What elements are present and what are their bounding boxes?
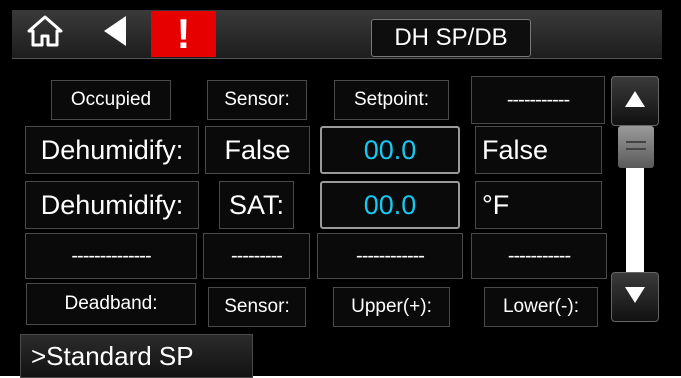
label-lower: Lower(-): (484, 287, 598, 327)
alarm-button[interactable]: ! (151, 10, 216, 57)
label-deadband: Deadband: (26, 283, 196, 325)
label-upper: Upper(+): (333, 287, 450, 327)
label-occupied: Occupied (51, 80, 171, 120)
standard-sp-button[interactable]: >Standard SP (20, 334, 253, 378)
triangle-down-icon (623, 285, 647, 310)
home-button[interactable] (22, 13, 68, 53)
page-title: DH SP/DB (371, 19, 531, 57)
alarm-icon: ! (176, 10, 191, 57)
label-deadband-sensor: Sensor: (208, 287, 306, 327)
triangle-up-icon (623, 89, 647, 114)
dehumidify-sensor-status: False (205, 126, 310, 174)
back-arrow-icon (100, 14, 130, 53)
placeholder-dashes: --------- (203, 233, 310, 279)
scroll-thumb[interactable] (618, 126, 654, 168)
placeholder-dashes: ----------- (471, 76, 605, 124)
label-dehumidify-sat: Dehumidify: (25, 181, 199, 229)
label-sat: SAT: (219, 181, 294, 229)
dehumidify-status: False (475, 126, 602, 174)
sat-setpoint-input[interactable]: 00.0 (320, 181, 460, 229)
placeholder-dashes: ------------ (317, 233, 463, 279)
label-dehumidify: Dehumidify: (25, 126, 199, 174)
dehumidify-setpoint-input[interactable]: 00.0 (320, 126, 460, 174)
scroll-down-button[interactable] (611, 272, 659, 322)
label-sensor: Sensor: (207, 80, 307, 120)
hmi-screen: ! DH SP/DB Occupied Sensor: Setpoint: --… (0, 0, 681, 378)
home-icon (26, 14, 64, 53)
placeholder-dashes: ----------- (471, 233, 607, 279)
scroll-up-button[interactable] (611, 76, 659, 126)
unit-fahrenheit: °F (475, 181, 602, 229)
label-setpoint: Setpoint: (334, 80, 449, 120)
back-button[interactable] (92, 12, 138, 54)
placeholder-dashes: -------------- (25, 233, 197, 279)
